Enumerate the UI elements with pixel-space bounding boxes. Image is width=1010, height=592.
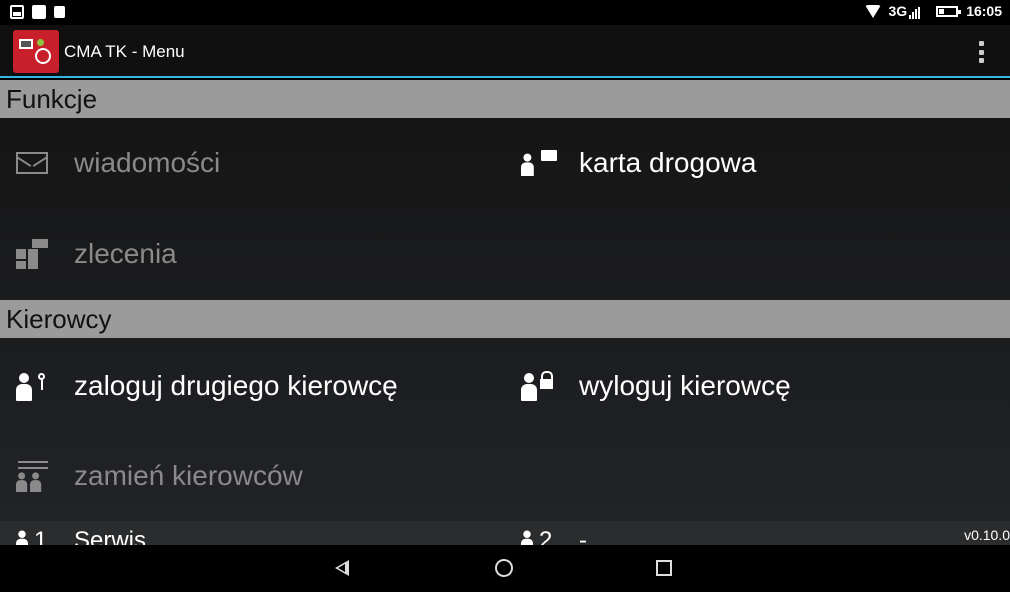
driver-key-icon (16, 371, 52, 401)
overflow-menu-icon[interactable] (978, 41, 984, 63)
menu-content[interactable]: Funkcje wiadomości karta drogowa zleceni… (0, 80, 1010, 545)
menu-item-karta-drogowa[interactable]: karta drogowa (505, 133, 1010, 193)
menu-item-zaloguj-drugiego[interactable]: zaloguj drugiego kierowcę (0, 356, 505, 416)
signal-indicator: 3G (889, 3, 921, 19)
signal-bars-icon (909, 7, 921, 19)
battery-icon (936, 5, 962, 17)
network-type: 3G (888, 3, 908, 19)
clock: 16:05 (966, 3, 1002, 19)
navigation-bar (0, 545, 1010, 592)
version-label: v0.10.0 (964, 527, 1010, 543)
menu-item-label: karta drogowa (579, 147, 757, 178)
wifi-icon (864, 4, 881, 18)
menu-item-label: zlecenia (74, 238, 177, 269)
driver-2-number: 2 (539, 527, 553, 545)
action-bar: CMA TK - Menu (0, 25, 1010, 78)
swap-drivers-icon (16, 461, 52, 492)
menu-item-wyloguj[interactable]: wyloguj kierowcę (505, 356, 1010, 416)
driver-card-icon (521, 148, 557, 178)
driver-unlock-icon (521, 371, 557, 401)
status-bar: 3G 16:05 (0, 0, 1010, 25)
app-logo-icon[interactable] (13, 30, 59, 73)
home-icon[interactable] (495, 559, 513, 577)
menu-item-wiadomosci[interactable]: wiadomości (0, 133, 505, 193)
image-notification-icon (10, 5, 24, 19)
envelope-icon (16, 152, 48, 174)
driver-2-name: - (579, 527, 587, 545)
driver-1-number: 1 (34, 527, 48, 545)
document-notification-icon (54, 6, 65, 18)
recent-apps-icon[interactable] (656, 560, 672, 576)
app-title: CMA TK - Menu (64, 42, 185, 61)
section-header-kierowcy: Kierowcy (0, 300, 1010, 338)
menu-item-label: zaloguj drugiego kierowcę (74, 370, 398, 401)
back-icon[interactable] (335, 560, 349, 576)
driver-status-row: 1 Serwis 2 - v0.10.0 (0, 521, 1010, 545)
menu-item-label: zamień kierowców (74, 460, 303, 491)
menu-item-zlecenia[interactable]: zlecenia (0, 224, 505, 284)
app-notification-icon (32, 5, 46, 19)
driver-1-name: Serwis (74, 527, 147, 545)
menu-item-label: wiadomości (74, 147, 221, 178)
orders-icon (16, 239, 52, 269)
menu-item-zamien[interactable]: zamień kierowców (0, 446, 505, 506)
section-header-funkcje: Funkcje (0, 80, 1010, 118)
menu-item-label: wyloguj kierowcę (579, 370, 791, 401)
